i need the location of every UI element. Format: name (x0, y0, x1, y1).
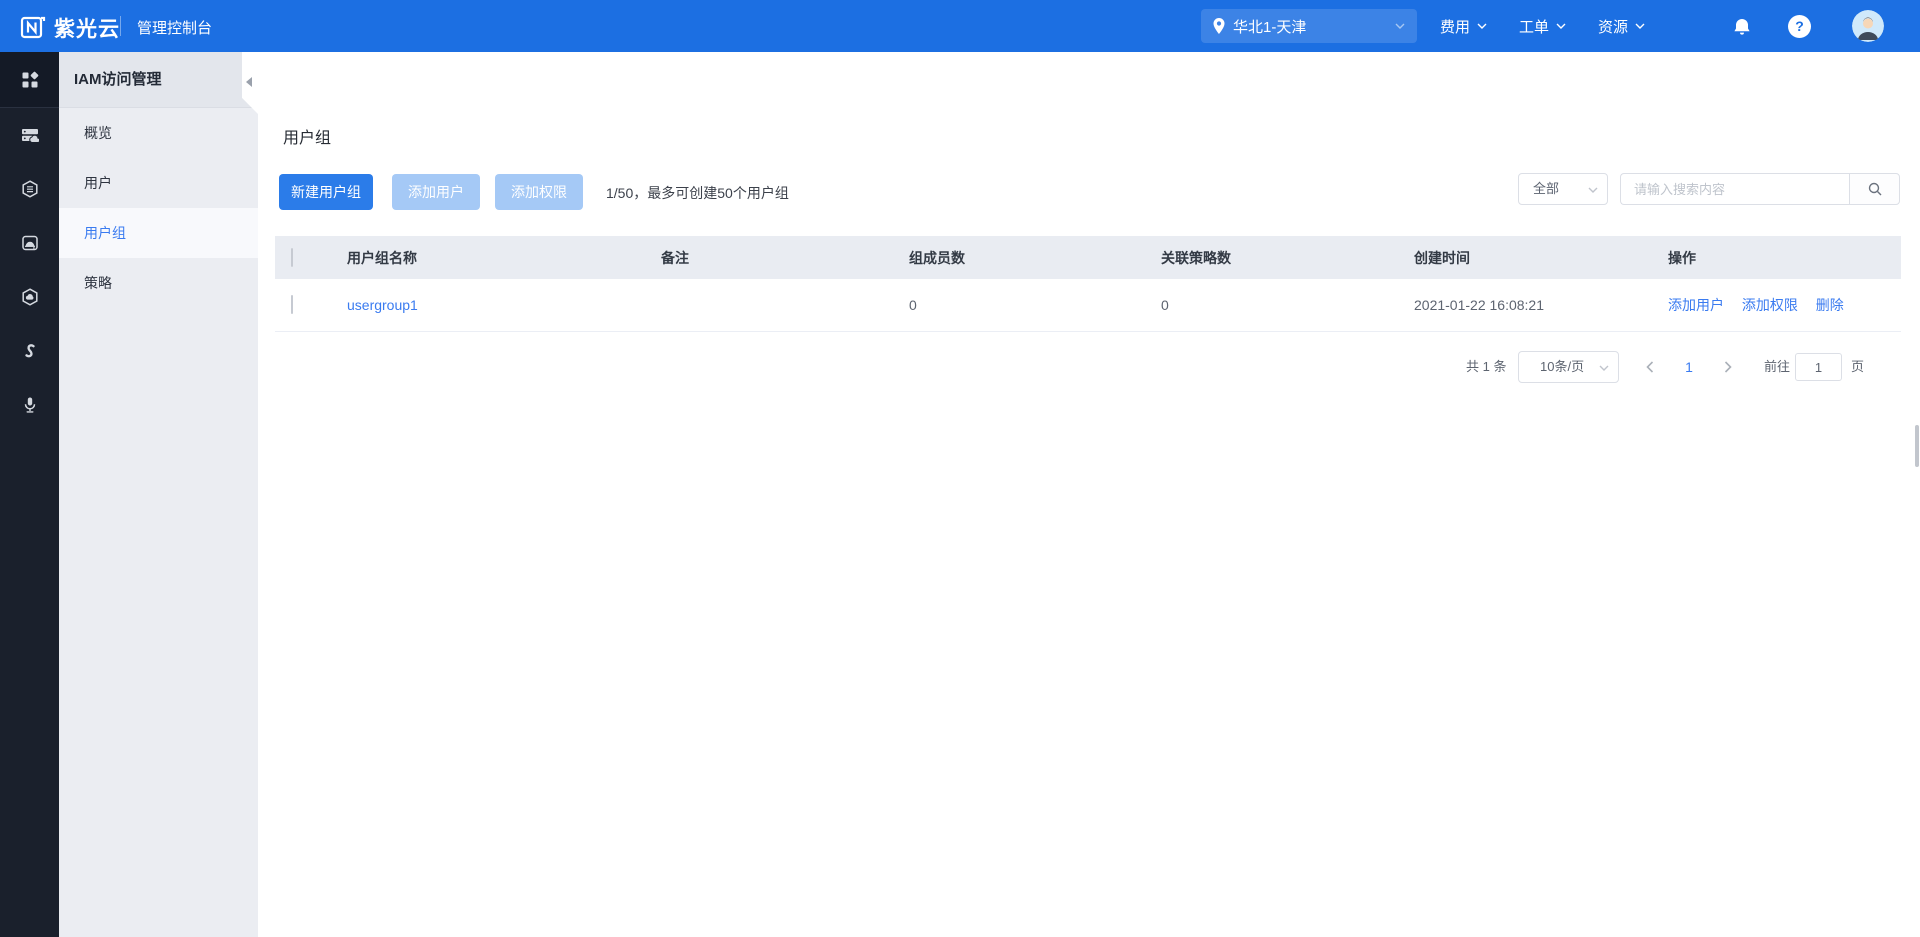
chevron-right-icon (1724, 361, 1732, 373)
cell-created-time: 2021-01-22 16:08:21 (1414, 297, 1668, 313)
pagination-bar: 共 1 条 10条/页 1 前往 页 (258, 351, 1920, 383)
search-icon (1867, 181, 1883, 197)
region-label: 华北1-天津 (1233, 16, 1306, 37)
sidebar-item-users[interactable]: 用户 (59, 158, 258, 208)
region-selector[interactable]: 华北1-天津 (1201, 9, 1417, 43)
iam-sidebar: IAM访问管理 概览 用户 用户组 策略 (59, 52, 258, 937)
goto-page-unit: 页 (1851, 351, 1864, 383)
package-box-icon (21, 180, 39, 198)
sidebar-item-user-groups[interactable]: 用户组 (59, 208, 258, 258)
row-add-user-link[interactable]: 添加用户 (1668, 297, 1724, 313)
disk-drive-icon (21, 234, 39, 252)
app-window: 紫光云 管理控制台 华北1-天津 费用 工单 资源 (0, 0, 1920, 937)
pagination-next-button[interactable] (1716, 351, 1740, 383)
column-header-member-count: 组成员数 (909, 248, 1161, 268)
cell-policy-count: 0 (1161, 297, 1414, 313)
server-cloud-icon (21, 126, 39, 144)
unis-cloud-logo-icon (20, 13, 46, 39)
help-button[interactable]: ? (1788, 15, 1811, 38)
pagination-total: 共 1 条 (1466, 351, 1506, 383)
pagination-page-1[interactable]: 1 (1677, 351, 1701, 383)
sidebar-collapse-arrow-icon[interactable] (246, 77, 252, 87)
chevron-down-icon (1556, 23, 1566, 29)
column-header-created-time: 创建时间 (1414, 248, 1668, 268)
cell-member-count: 0 (909, 297, 1161, 313)
header-divider (120, 16, 121, 36)
chevron-down-icon (1599, 365, 1609, 371)
strip-icons (0, 108, 59, 432)
nav-fees-label: 费用 (1440, 16, 1470, 37)
row-delete-link[interactable]: 删除 (1816, 297, 1844, 313)
console-title: 管理控制台 (137, 17, 212, 38)
column-header-remark: 备注 (661, 248, 909, 268)
sidebar-item-policies[interactable]: 策略 (59, 258, 258, 308)
strip-storage-button[interactable] (0, 216, 59, 270)
user-group-name-link[interactable]: usergroup1 (347, 297, 418, 313)
table-header-row: 用户组名称 备注 组成员数 关联策略数 创建时间 操作 (275, 236, 1901, 279)
location-pin-icon (1213, 18, 1225, 34)
question-mark-icon: ? (1795, 18, 1804, 34)
nav-work-orders[interactable]: 工单 (1519, 16, 1566, 37)
avatar-person-icon (1852, 10, 1884, 42)
sidebar-item-overview[interactable]: 概览 (59, 108, 258, 158)
table-row: usergroup1 0 0 2021-01-22 16:08:21 添加用户 … (275, 279, 1901, 332)
new-user-group-button[interactable]: 新建用户组 (279, 174, 373, 210)
page-size-dropdown[interactable]: 10条/页 (1518, 351, 1619, 383)
nav-resources[interactable]: 资源 (1598, 16, 1645, 37)
user-avatar[interactable] (1852, 10, 1884, 42)
notifications-button[interactable] (1729, 14, 1755, 40)
nav-fees[interactable]: 费用 (1440, 16, 1487, 37)
search-button[interactable] (1849, 173, 1900, 205)
chevron-down-icon (1635, 23, 1645, 29)
main-content: 用户组 新建用户组 添加用户 添加权限 1/50，最多可创建50个用户组 全部 … (258, 52, 1920, 937)
row-checkbox[interactable] (291, 295, 293, 314)
strip-apps-block[interactable] (0, 52, 59, 108)
s-curve-icon (21, 342, 39, 360)
goto-page-label: 前往 (1764, 351, 1790, 383)
strip-network-button[interactable] (0, 270, 59, 324)
vertical-scrollbar-thumb[interactable] (1915, 425, 1919, 467)
filter-dropdown-value: 全部 (1533, 181, 1559, 196)
bell-icon (1732, 17, 1752, 37)
brand-name: 紫光云 (54, 13, 120, 43)
strip-voice-button[interactable] (0, 378, 59, 432)
strip-service-button[interactable] (0, 324, 59, 378)
strip-container-button[interactable] (0, 162, 59, 216)
page-title: 用户组 (283, 124, 331, 148)
chevron-left-icon (1646, 361, 1654, 373)
column-header-actions: 操作 (1668, 248, 1901, 268)
add-permission-button[interactable]: 添加权限 (495, 174, 583, 210)
service-icon-strip (0, 52, 59, 937)
column-header-policy-count: 关联策略数 (1161, 248, 1414, 268)
sidebar-title: IAM访问管理 (59, 52, 258, 108)
pagination-prev-button[interactable] (1638, 351, 1662, 383)
filter-dropdown[interactable]: 全部 (1518, 173, 1608, 205)
hexagon-cloud-icon (21, 288, 39, 306)
search-group (1620, 173, 1900, 205)
top-header-bar: 紫光云 管理控制台 华北1-天津 费用 工单 资源 (0, 0, 1920, 52)
page-size-value: 10条/页 (1540, 359, 1584, 374)
strip-compute-button[interactable] (0, 108, 59, 162)
search-input[interactable] (1620, 173, 1849, 205)
nav-work-orders-label: 工单 (1519, 16, 1549, 37)
nav-resources-label: 资源 (1598, 16, 1628, 37)
chevron-down-icon (1588, 187, 1598, 193)
row-add-permission-link[interactable]: 添加权限 (1742, 297, 1798, 313)
select-all-checkbox[interactable] (291, 248, 293, 267)
cell-actions: 添加用户 添加权限 删除 (1668, 295, 1901, 315)
microphone-icon (21, 396, 39, 414)
quota-text: 1/50，最多可创建50个用户组 (606, 183, 789, 203)
chevron-down-icon (1477, 23, 1487, 29)
top-nav: 费用 工单 资源 (1440, 0, 1645, 52)
chevron-down-icon (1395, 23, 1405, 29)
apps-grid-icon (21, 71, 39, 89)
add-user-button[interactable]: 添加用户 (392, 174, 480, 210)
column-header-group-name: 用户组名称 (347, 248, 661, 268)
goto-page-input[interactable] (1795, 353, 1842, 381)
